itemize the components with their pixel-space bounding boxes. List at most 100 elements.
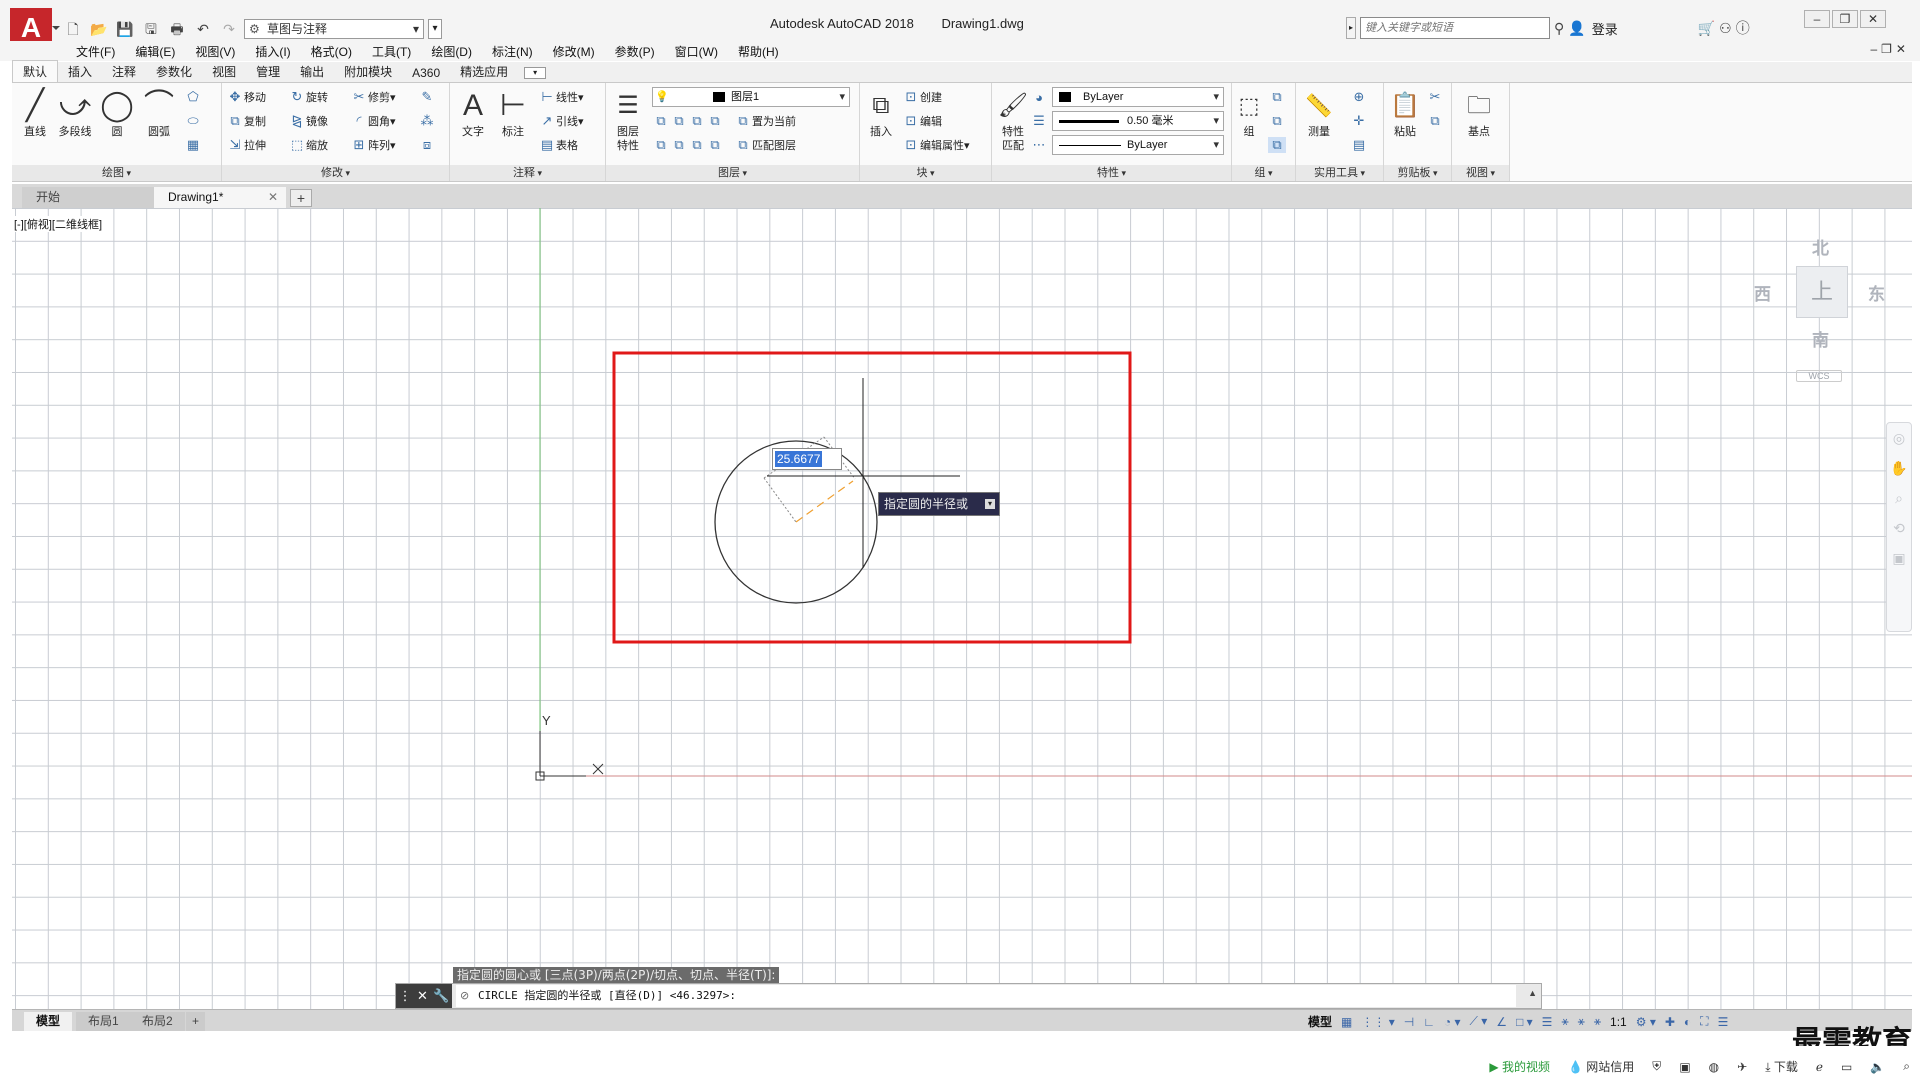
tab-addins[interactable]: 附加模块 bbox=[334, 61, 402, 82]
save-icon[interactable]: 💾 bbox=[114, 19, 136, 39]
menu-view[interactable]: 视图(V) bbox=[185, 43, 245, 60]
annotation-monitor-icon[interactable]: ✚ bbox=[1665, 1015, 1675, 1029]
color-dropdown[interactable]: ByLayer bbox=[1052, 87, 1224, 107]
group-button[interactable]: ⬚ 组 bbox=[1234, 87, 1264, 139]
new-file-icon[interactable]: 🗋 bbox=[62, 19, 84, 39]
my-video-link[interactable]: ▶ 我的视频 bbox=[1489, 1058, 1550, 1075]
layer-dropdown[interactable]: 💡 图层1 bbox=[652, 87, 850, 107]
command-history-toggle-icon[interactable]: ▲ bbox=[1528, 988, 1537, 998]
save-as-icon[interactable]: 🖫 bbox=[140, 19, 162, 39]
prompt-options-icon[interactable]: ▾ bbox=[985, 499, 995, 509]
color-wheel-icon[interactable]: ◕ bbox=[1030, 87, 1048, 107]
annotation-scale-icon[interactable]: ⚹ bbox=[1594, 1014, 1601, 1029]
workspace-dropdown[interactable]: 草图与注释 bbox=[244, 19, 424, 39]
window-icon[interactable]: ▭ bbox=[1841, 1060, 1852, 1074]
orbit-icon[interactable]: ⟲ bbox=[1887, 513, 1911, 543]
login-link[interactable]: 登录 bbox=[1592, 19, 1618, 38]
menu-insert[interactable]: 插入(I) bbox=[245, 43, 300, 60]
point-icon[interactable]: ✛ bbox=[1350, 111, 1368, 131]
image-icon[interactable]: ▣ bbox=[1679, 1060, 1690, 1074]
undo-icon[interactable]: ↶ bbox=[192, 19, 214, 39]
binoculars-icon[interactable]: ⚲ bbox=[1554, 20, 1564, 37]
panel-title-view[interactable]: 视图 bbox=[1452, 165, 1509, 181]
download-link[interactable]: ⤓ 下载 bbox=[1765, 1058, 1798, 1075]
linetype-dropdown[interactable]: ByLayer bbox=[1052, 135, 1224, 155]
auto-scale-icon[interactable]: ⚹ bbox=[1578, 1014, 1585, 1029]
acceleration-icon[interactable]: ✈ bbox=[1737, 1060, 1747, 1074]
menu-file[interactable]: 文件(F) bbox=[66, 43, 125, 60]
panel-title-modify[interactable]: 修改 bbox=[222, 165, 449, 181]
zoom-icon[interactable]: ⌕ bbox=[1903, 1059, 1910, 1074]
match-properties-button[interactable]: 🖌 特性匹配 bbox=[994, 87, 1032, 153]
viewcube-north[interactable]: 北 bbox=[1812, 234, 1829, 259]
dimension-button[interactable]: ⊢ 标注 bbox=[494, 87, 532, 139]
menu-parametric[interactable]: 参数(P) bbox=[605, 43, 665, 60]
panel-title-clipboard[interactable]: 剪贴板 bbox=[1384, 165, 1451, 181]
ungroup-icon[interactable]: ⧉ bbox=[1268, 87, 1286, 107]
plot-icon[interactable]: 🖶 bbox=[166, 19, 188, 39]
line-button[interactable]: ╱ 直线 bbox=[16, 87, 54, 139]
lineweight-icon[interactable]: ☰ bbox=[1030, 111, 1048, 131]
menu-format[interactable]: 格式(O) bbox=[301, 43, 362, 60]
panel-title-block[interactable]: 块 bbox=[860, 165, 991, 181]
clean-screen-icon[interactable]: ⛶ bbox=[1700, 1014, 1708, 1029]
lineweight-dropdown[interactable]: 0.50 毫米 bbox=[1052, 111, 1224, 131]
tab-annotate[interactable]: 注释 bbox=[102, 61, 146, 82]
calculator-icon[interactable]: ▤ bbox=[1350, 135, 1368, 155]
polar-tracking-icon[interactable]: ◔ ▾ bbox=[1444, 1015, 1461, 1029]
menu-tools[interactable]: 工具(T) bbox=[362, 43, 421, 60]
cart-icon[interactable]: 🛒 bbox=[1698, 20, 1715, 37]
explode-icon[interactable]: ⁂ bbox=[418, 111, 436, 131]
command-input[interactable]: CIRCLE 指定圆的半径或 [直径(D)] <46.3297>: bbox=[456, 985, 1516, 1007]
make-current-button[interactable]: ⧉ 置为当前 bbox=[734, 111, 796, 131]
mirror-button[interactable]: ⧎ 镜像 bbox=[288, 111, 328, 131]
fillet-button[interactable]: ◜ 圆角 ▾ bbox=[350, 111, 395, 131]
zoom-extents-icon[interactable]: ⌕ bbox=[1887, 483, 1911, 513]
file-tab-drawing1[interactable]: Drawing1* ✕ bbox=[154, 187, 286, 208]
tab-output[interactable]: 输出 bbox=[290, 61, 334, 82]
panel-title-utilities[interactable]: 实用工具 bbox=[1296, 165, 1383, 181]
minimize-button[interactable]: – bbox=[1804, 10, 1830, 28]
ortho-icon[interactable]: ∟ bbox=[1423, 1015, 1435, 1029]
user-icon[interactable]: 👤 bbox=[1568, 20, 1585, 37]
annotation-visibility-icon[interactable]: ⚹ bbox=[1561, 1014, 1568, 1029]
site-credit-link[interactable]: 💧 网站信用 bbox=[1568, 1058, 1634, 1075]
group-select-icon[interactable]: ⧉ bbox=[1268, 135, 1286, 155]
edit-attributes-button[interactable]: ⊡ 编辑属性 ▾ bbox=[902, 135, 970, 155]
create-block-button[interactable]: ⊡ 创建 bbox=[902, 87, 942, 107]
viewcube-east[interactable]: 东 bbox=[1868, 280, 1885, 305]
arc-button[interactable]: ⌒ 圆弧 bbox=[140, 87, 178, 139]
command-customize-icon[interactable]: 🔧 bbox=[433, 988, 449, 1004]
ellipse-icon[interactable]: ⬭ bbox=[184, 111, 202, 131]
layout-tab-model[interactable]: 模型 bbox=[24, 1012, 73, 1031]
ie-icon[interactable]: ℯ bbox=[1816, 1060, 1823, 1074]
steering-wheel-icon[interactable]: ◎ bbox=[1887, 423, 1911, 453]
layer-tools-row2[interactable]: ⧉ ⧉ ⧉ ⧉ bbox=[652, 135, 724, 155]
help-icon[interactable]: ⓘ bbox=[1736, 18, 1750, 38]
rotate-button[interactable]: ↻ 旋转 bbox=[288, 87, 328, 107]
tab-view[interactable]: 视图 bbox=[202, 61, 246, 82]
polygon-icon[interactable]: ⬠ bbox=[184, 87, 202, 107]
base-view-button[interactable]: 🗀 基点 bbox=[1460, 87, 1498, 139]
group-edit-icon[interactable]: ⧉ bbox=[1268, 111, 1286, 131]
layout-tab-layout1[interactable]: 布局1 bbox=[76, 1012, 131, 1031]
leader-button[interactable]: ↗ 引线 ▾ bbox=[538, 111, 584, 131]
shield-icon[interactable]: ⛨ bbox=[1652, 1059, 1661, 1074]
trim-button[interactable]: ✂ 修剪 ▾ bbox=[350, 87, 396, 107]
file-tab-start[interactable]: 开始 bbox=[22, 187, 162, 208]
circle-button[interactable]: ◯ 圆 bbox=[98, 87, 136, 139]
search-input[interactable] bbox=[1360, 17, 1550, 39]
annotation-scale-dropdown[interactable]: 1:1 bbox=[1610, 1015, 1627, 1029]
pan-icon[interactable]: ✋ bbox=[1887, 453, 1911, 483]
tab-a360[interactable]: A360 bbox=[402, 64, 450, 82]
snap-icon[interactable]: ⋮⋮ ▾ bbox=[1361, 1015, 1394, 1029]
object-snap-icon[interactable]: □ ▾ bbox=[1516, 1015, 1533, 1029]
wcs-dropdown[interactable]: WCS bbox=[1796, 370, 1842, 382]
cut-icon[interactable]: ✂ bbox=[1426, 87, 1444, 107]
insert-block-button[interactable]: ⧉ 插入 bbox=[862, 87, 900, 139]
ribbon-minimize-icon[interactable]: ▾ bbox=[524, 67, 547, 79]
layer-properties-button[interactable]: ☰ 图层特性 bbox=[608, 87, 648, 153]
close-button[interactable]: ✕ bbox=[1860, 10, 1886, 28]
menu-modify[interactable]: 修改(M) bbox=[543, 43, 605, 60]
copy-clip-icon[interactable]: ⧉ bbox=[1426, 111, 1444, 131]
